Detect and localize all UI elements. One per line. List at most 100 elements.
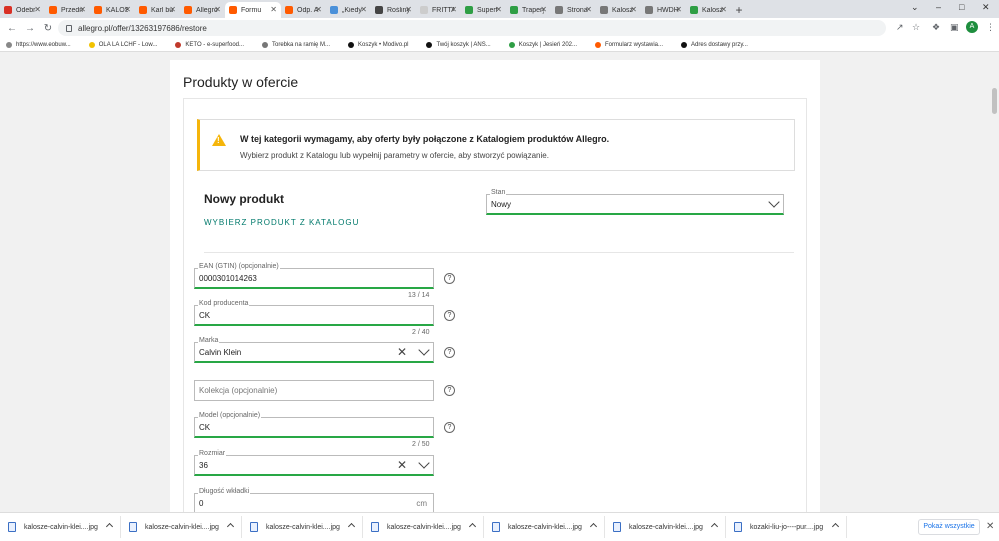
reload-icon[interactable]: ↻ xyxy=(39,23,57,34)
chevron-up-icon[interactable] xyxy=(468,522,477,531)
help-icon[interactable]: ? xyxy=(444,347,455,358)
page-scrollbar[interactable] xyxy=(990,53,999,512)
tab-close-icon[interactable]: ✕ xyxy=(540,5,547,14)
browser-tab[interactable]: Superf ✕ xyxy=(461,2,506,18)
show-all-downloads-button[interactable]: Pokaż wszystkie xyxy=(918,519,980,535)
tab-close-icon[interactable]: ✕ xyxy=(405,5,412,14)
browser-tab[interactable]: Kalosz ✕ xyxy=(686,2,731,18)
browser-tab[interactable]: Odebr ✕ xyxy=(0,2,45,18)
close-downloads-icon[interactable]: ✕ xyxy=(986,521,994,532)
profile-avatar[interactable]: A xyxy=(966,21,978,33)
bookmark-item[interactable]: Koszyk • Modivo.pl xyxy=(348,41,408,48)
chevron-up-icon[interactable] xyxy=(226,522,235,531)
tab-close-icon[interactable]: ✕ xyxy=(630,5,637,14)
bookmark-item[interactable]: https://www.eobuw... xyxy=(6,41,71,48)
choose-from-catalog-link[interactable]: WYBIERZ PRODUKT Z KATALOGU xyxy=(204,218,359,227)
download-item[interactable]: kozaki-liu-jo----pur....jpg xyxy=(726,516,847,538)
browser-tab[interactable]: „Kiedy ✕ xyxy=(326,2,371,18)
bookmark-item[interactable]: Formularz wystawia... xyxy=(595,41,663,48)
extensions-icon[interactable]: ❖ xyxy=(932,22,940,33)
tab-close-icon[interactable]: ✕ xyxy=(315,5,322,14)
tab-close-icon[interactable]: ✕ xyxy=(360,5,367,14)
browser-tab[interactable]: Przedm ✕ xyxy=(45,2,90,18)
bookmark-item[interactable]: KETO - e-superfood... xyxy=(175,41,244,48)
share-icon[interactable]: ↗ xyxy=(896,22,904,33)
browser-tab[interactable]: Trapery ✕ xyxy=(506,2,551,18)
download-filename: kozaki-liu-jo----pur....jpg xyxy=(750,523,824,531)
download-item[interactable]: kalosze-calvin-klei....jpg xyxy=(363,516,484,538)
scrollbar-thumb[interactable] xyxy=(992,88,997,114)
clear-icon[interactable]: ✕ xyxy=(397,345,407,359)
chevron-up-icon[interactable] xyxy=(710,522,719,531)
size-select[interactable]: Rozmiar 36 ✕ xyxy=(194,450,434,476)
help-icon[interactable]: ? xyxy=(444,310,455,321)
tab-close-icon[interactable]: ✕ xyxy=(79,5,86,14)
tab-close-icon[interactable]: ✕ xyxy=(495,5,502,14)
tab-close-icon[interactable]: ✕ xyxy=(585,5,592,14)
browser-tab[interactable]: Karl bu ✕ xyxy=(135,2,180,18)
tab-close-icon[interactable]: ✕ xyxy=(34,5,41,14)
tab-close-icon[interactable]: ✕ xyxy=(720,5,727,14)
forward-icon[interactable]: → xyxy=(21,23,39,34)
bookmark-item[interactable]: Adres dostawy przy... xyxy=(681,41,748,48)
download-item[interactable]: kalosze-calvin-klei....jpg xyxy=(121,516,242,538)
chevron-up-icon[interactable] xyxy=(589,522,598,531)
download-item[interactable]: kalosze-calvin-klei....jpg xyxy=(0,516,121,538)
tab-close-icon[interactable]: ✕ xyxy=(169,5,176,14)
chevron-up-icon[interactable] xyxy=(831,522,840,531)
bookmark-item[interactable]: Koszyk | Jesień 202... xyxy=(508,41,577,48)
tab-close-icon[interactable]: ✕ xyxy=(270,5,277,14)
bookmark-favicon-icon xyxy=(595,41,601,48)
producer-code-value: CK xyxy=(199,311,211,320)
browser-tab[interactable]: Odp. A ✕ xyxy=(281,2,326,18)
tab-close-icon[interactable]: ✕ xyxy=(214,5,221,14)
ean-field[interactable]: EAN (GTIN) (opcjonalnie) 0000301014263 xyxy=(194,263,434,289)
new-tab-icon[interactable]: + xyxy=(731,2,747,18)
browser-tab[interactable]: KALOS ✕ xyxy=(90,2,135,18)
chevron-up-icon[interactable] xyxy=(105,522,114,531)
download-item[interactable]: kalosze-calvin-klei....jpg xyxy=(242,516,363,538)
collection-field[interactable]: Kolekcja (opcjonalnie) xyxy=(194,380,434,401)
download-item[interactable]: kalosze-calvin-klei....jpg xyxy=(605,516,726,538)
condition-select[interactable]: Stan Nowy xyxy=(486,189,784,215)
sidepanel-icon[interactable]: ▣ xyxy=(950,22,959,33)
tab-close-icon[interactable]: ✕ xyxy=(124,5,131,14)
chevron-up-icon[interactable] xyxy=(347,522,356,531)
help-icon[interactable]: ? xyxy=(444,385,455,396)
clear-icon[interactable]: ✕ xyxy=(397,458,407,472)
help-icon[interactable]: ? xyxy=(444,273,455,284)
chevron-down-icon[interactable] xyxy=(418,457,430,469)
bookmark-favicon-icon xyxy=(681,41,688,48)
browser-tab[interactable]: Allegro ✕ xyxy=(180,2,225,18)
chevron-down-icon[interactable] xyxy=(418,344,430,356)
bookmark-star-icon[interactable]: ☆ xyxy=(912,22,920,33)
bookmark-item[interactable]: Twój koszyk | ANS... xyxy=(426,41,491,48)
download-filename: kalosze-calvin-klei....jpg xyxy=(629,523,703,531)
tab-search-icon[interactable]: ⌄ xyxy=(911,2,919,13)
browser-tab[interactable]: Kalosz ✕ xyxy=(596,2,641,18)
browser-tab[interactable]: Strona ✕ xyxy=(551,2,596,18)
model-field[interactable]: Model (opcjonalnie) CK xyxy=(194,412,434,438)
address-bar[interactable]: allegro.pl/offer/13263197686/restore xyxy=(58,20,886,36)
download-item[interactable]: kalosze-calvin-klei....jpg xyxy=(484,516,605,538)
help-icon[interactable]: ? xyxy=(444,422,455,433)
maximize-icon[interactable]: □ xyxy=(959,2,964,12)
model-value: CK xyxy=(199,423,211,432)
producer-code-field[interactable]: Kod producenta CK xyxy=(194,300,434,326)
close-window-icon[interactable]: ✕ xyxy=(982,2,990,13)
bookmark-item[interactable]: Torebka na ramię M... xyxy=(262,41,330,48)
bookmark-item[interactable]: OLA LA LCHF - Low... xyxy=(88,41,157,48)
menu-icon[interactable]: ⋮ xyxy=(986,22,995,33)
tab-close-icon[interactable]: ✕ xyxy=(675,5,682,14)
brand-select[interactable]: Marka Calvin Klein ✕ xyxy=(194,337,434,363)
tab-close-icon[interactable]: ✕ xyxy=(450,5,457,14)
insole-length-field[interactable]: Długość wkładki 0 cm xyxy=(194,488,434,512)
bookmark-label: https://www.eobuw... xyxy=(16,41,71,48)
condition-value: Nowy xyxy=(491,200,512,209)
browser-tab[interactable]: Formu ✕ xyxy=(225,2,281,18)
back-icon[interactable]: ← xyxy=(3,23,21,34)
browser-tab[interactable]: Rośliny ✕ xyxy=(371,2,416,18)
browser-tab[interactable]: FRITTA ✕ xyxy=(416,2,461,18)
browser-tab[interactable]: HWDH ✕ xyxy=(641,2,686,18)
minimize-icon[interactable]: – xyxy=(936,2,941,12)
